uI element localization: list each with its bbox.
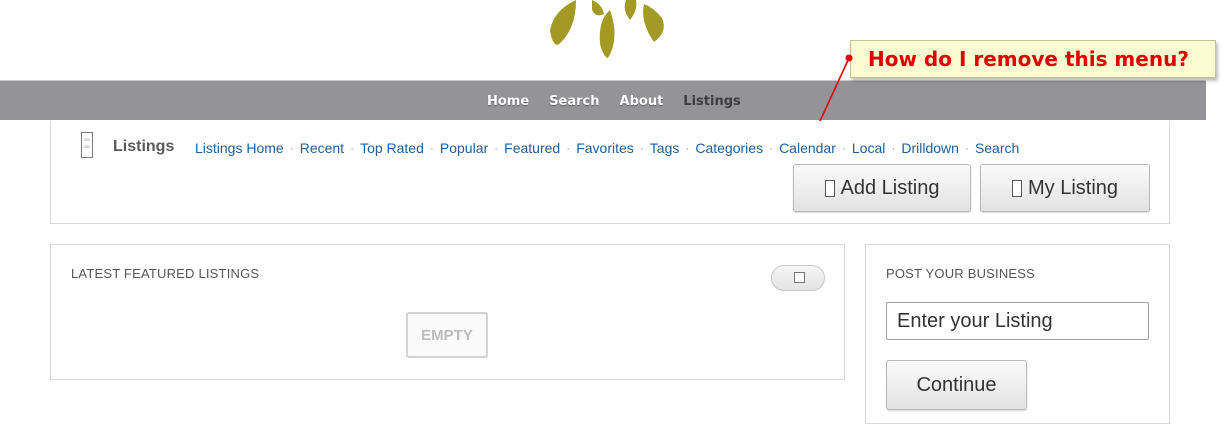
main-nav: Home Search About Listings bbox=[487, 94, 741, 109]
submenu-link-calendar[interactable]: Calendar bbox=[779, 140, 836, 156]
nav-search[interactable]: Search bbox=[549, 94, 599, 109]
plugin-logo-icon bbox=[824, 179, 835, 197]
logo-leaf bbox=[592, 0, 604, 16]
separator: · bbox=[566, 141, 571, 155]
logo-leaf bbox=[624, 0, 637, 20]
logo-leaf bbox=[550, 0, 576, 45]
separator: · bbox=[769, 141, 774, 155]
submenu-link-local[interactable]: Local bbox=[852, 140, 885, 156]
my-listing-button[interactable]: My Listing bbox=[980, 164, 1150, 212]
post-business-box: POST YOUR BUSINESS Continue bbox=[865, 244, 1170, 424]
submenu-link-popular[interactable]: Popular bbox=[440, 140, 488, 156]
separator: · bbox=[639, 141, 644, 155]
post-business-title: POST YOUR BUSINESS bbox=[886, 266, 1036, 281]
rss-icon bbox=[794, 272, 805, 283]
listings-menu-title: Listings bbox=[113, 138, 175, 155]
listings-menu-panel: ▫▫ ▫▫ Listings Listings Home · Recent · T… bbox=[50, 121, 1170, 224]
add-listing-button[interactable]: Add Listing bbox=[793, 164, 971, 212]
submenu-link-search[interactable]: Search bbox=[975, 140, 1019, 156]
submenu-link-top-rated[interactable]: Top Rated bbox=[360, 140, 424, 156]
annotation-callout: How do I remove this menu? bbox=[850, 40, 1216, 78]
listing-name-input[interactable] bbox=[886, 302, 1149, 340]
separator: · bbox=[685, 141, 690, 155]
nav-listings[interactable]: Listings bbox=[683, 94, 740, 109]
plugin-logo-icon: ▫▫ ▫▫ bbox=[81, 132, 93, 158]
submenu-link-categories[interactable]: Categories bbox=[695, 140, 763, 156]
featured-listings-box: LATEST FEATURED LISTINGS EMPTY bbox=[50, 244, 845, 380]
separator: · bbox=[841, 141, 846, 155]
logo-leaf bbox=[599, 10, 615, 58]
submenu-link-favorites[interactable]: Favorites bbox=[576, 140, 634, 156]
separator: · bbox=[964, 141, 969, 155]
separator: · bbox=[289, 141, 294, 155]
feed-toggle-button[interactable] bbox=[771, 265, 825, 291]
featured-listings-title: LATEST FEATURED LISTINGS bbox=[71, 266, 260, 281]
separator: · bbox=[429, 141, 434, 155]
submenu-link-listings-home[interactable]: Listings Home bbox=[195, 140, 284, 156]
separator: · bbox=[891, 141, 896, 155]
continue-label: Continue bbox=[916, 373, 997, 396]
submenu-link-tags[interactable]: Tags bbox=[650, 140, 680, 156]
plugin-logo-icon bbox=[1011, 179, 1022, 197]
submenu-link-recent[interactable]: Recent bbox=[300, 140, 344, 156]
continue-button[interactable]: Continue bbox=[886, 360, 1027, 410]
logo-leaf bbox=[643, 4, 664, 42]
submenu-link-featured[interactable]: Featured bbox=[504, 140, 560, 156]
separator: · bbox=[350, 141, 355, 155]
add-listing-label: Add Listing bbox=[840, 176, 940, 199]
separator: · bbox=[494, 141, 499, 155]
nav-about[interactable]: About bbox=[620, 94, 664, 109]
submenu-link-drilldown[interactable]: Drilldown bbox=[901, 140, 959, 156]
my-listing-label: My Listing bbox=[1027, 176, 1119, 199]
empty-badge: EMPTY bbox=[406, 312, 488, 358]
annotation-text: How do I remove this menu? bbox=[868, 47, 1189, 71]
listings-submenu: Listings Home · Recent · Top Rated · Pop… bbox=[195, 140, 1019, 156]
nav-home[interactable]: Home bbox=[487, 94, 529, 109]
main-nav-bar: Home Search About Listings bbox=[0, 80, 1206, 120]
site-logo[interactable] bbox=[540, 0, 680, 60]
